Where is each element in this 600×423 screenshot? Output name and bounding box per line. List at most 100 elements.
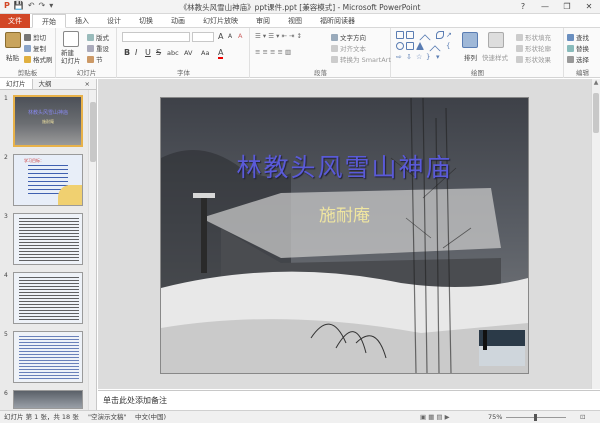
copy-button[interactable]: 复制 — [24, 43, 46, 53]
shape-arrow-down-icon[interactable]: ⇩ — [406, 53, 414, 61]
bullets-button[interactable]: ☰ ▾ ☰ ▾ ⇤ ⇥ ↕ — [255, 32, 302, 40]
tab-insert[interactable]: 插入 — [66, 14, 98, 28]
find-button[interactable]: 查找 — [567, 32, 589, 42]
shape-rect-icon[interactable] — [396, 31, 404, 39]
scroll-up-icon[interactable]: ▲ — [592, 79, 600, 86]
shape-arrow-right-icon[interactable]: ⇨ — [396, 53, 404, 61]
thumbnail-slide-2[interactable]: 学习目标： — [13, 154, 83, 206]
paste-button[interactable]: 粘贴 — [6, 52, 19, 62]
font-name-dropdown[interactable] — [122, 32, 190, 42]
format-painter-button[interactable]: 格式刷 — [24, 54, 53, 64]
slide-title[interactable]: 林教头风雪山神庙 — [161, 148, 528, 184]
shape-rect-icon[interactable] — [406, 42, 414, 50]
quick-styles-button[interactable]: 快速样式 — [482, 52, 508, 62]
thumbnail-number: 1 — [4, 95, 8, 102]
ribbon-home: 粘贴 剪切 复制 格式刷 剪贴板 新建 幻灯片 版式 重设 节 幻灯片 A A … — [0, 28, 600, 78]
clear-format-button[interactable]: A — [238, 32, 242, 40]
section-button[interactable]: 节 — [87, 54, 103, 64]
tab-review[interactable]: 审阅 — [247, 14, 279, 28]
current-slide[interactable]: 林教头风雪山神庙 施耐庵 — [161, 98, 528, 373]
underline-button[interactable]: U — [145, 48, 151, 57]
thumbnail-slide-3[interactable] — [13, 213, 83, 265]
align-text-button[interactable]: 对齐文本 — [331, 43, 366, 53]
thumbnail-scrollbar[interactable] — [88, 90, 96, 410]
shape-arrow-icon[interactable]: ↗ — [446, 31, 454, 39]
tab-transitions[interactable]: 切换 — [130, 14, 162, 28]
shape-outline-button[interactable]: 形状轮廓 — [516, 43, 551, 53]
close-panel-icon[interactable]: × — [79, 79, 96, 89]
shape-more-icon[interactable]: ▾ — [436, 53, 444, 61]
view-buttons[interactable]: ▣ ▦ ▤ ▶ — [420, 411, 450, 423]
reset-button[interactable]: 重设 — [87, 43, 109, 53]
char-spacing-button[interactable]: AV — [184, 49, 192, 57]
new-slide-icon[interactable] — [63, 31, 79, 47]
change-case-button[interactable]: Aa — [201, 49, 209, 57]
group-clipboard: 粘贴 剪切 复制 格式刷 剪贴板 — [0, 28, 56, 78]
tab-slides[interactable]: 幻灯片 — [0, 79, 33, 89]
text-direction-button[interactable]: 文字方向 — [331, 32, 366, 42]
thumbnail-subtitle: 施耐庵 — [42, 119, 54, 124]
tab-view[interactable]: 视图 — [279, 14, 311, 28]
tab-design[interactable]: 设计 — [98, 14, 130, 28]
tab-file[interactable]: 文件 — [0, 13, 30, 28]
shadow-button[interactable]: abc — [167, 49, 179, 57]
zoom-level[interactable]: 75% — [488, 411, 502, 423]
help-button[interactable]: ? — [512, 0, 534, 14]
scrollbar-thumb[interactable] — [593, 93, 599, 133]
language-indicator[interactable]: 中文(中国) — [135, 411, 166, 423]
thumbnail-slide-4[interactable] — [13, 272, 83, 324]
quick-styles-icon[interactable] — [488, 32, 504, 48]
shape-brace-icon[interactable]: } — [426, 53, 434, 61]
close-button[interactable]: ✕ — [578, 0, 600, 14]
select-button[interactable]: 选择 — [567, 54, 589, 64]
layout-button[interactable]: 版式 — [87, 32, 109, 42]
tab-foxit-reader[interactable]: 福昕阅读器 — [311, 14, 364, 28]
strikethrough-button[interactable]: S — [156, 48, 161, 57]
tab-slideshow[interactable]: 幻灯片放映 — [194, 14, 247, 28]
thumbnail-slide-1[interactable]: 林教头风雪山神庙 施耐庵 — [13, 95, 83, 147]
thumbnail-number: 5 — [4, 331, 8, 338]
shape-effects-button[interactable]: 形状效果 — [516, 54, 551, 64]
paste-icon[interactable] — [5, 32, 21, 48]
zoom-slider-handle[interactable] — [534, 414, 537, 421]
minimize-button[interactable]: — — [534, 0, 556, 14]
shape-curve-icon[interactable] — [436, 31, 444, 39]
shape-triangle-icon[interactable] — [416, 42, 424, 50]
tab-animations[interactable]: 动画 — [162, 14, 194, 28]
new-slide-button[interactable]: 新建 幻灯片 — [61, 49, 81, 65]
shape-gallery[interactable]: ↗ { ⇨ ⇩ ☆} ▾ — [396, 29, 456, 63]
notes-pane[interactable]: 单击此处添加备注 — [98, 390, 600, 410]
replace-button[interactable]: 替换 — [567, 43, 589, 53]
font-size-dropdown[interactable] — [192, 32, 214, 42]
fit-window-icon[interactable]: ⊡ — [580, 411, 585, 423]
thumbnail-decor — [58, 185, 82, 205]
thumbnail-slide-6[interactable] — [13, 390, 83, 409]
thumbnail-title: 林教头风雪山神庙 — [27, 110, 68, 116]
thumbnail-slide-5[interactable] — [13, 331, 83, 383]
tab-home[interactable]: 开始 — [32, 13, 66, 28]
theme-name[interactable]: "空演示文稿" — [88, 411, 126, 423]
slide-subtitle-author[interactable]: 施耐庵 — [161, 201, 528, 226]
shape-rect-icon[interactable] — [406, 31, 414, 39]
shape-line-icon[interactable] — [424, 29, 436, 41]
tab-outline[interactable]: 大纲 — [33, 79, 58, 89]
bold-button[interactable]: B — [124, 48, 130, 57]
scrollbar-thumb[interactable] — [90, 102, 96, 162]
convert-smartart-button[interactable]: 转换为 SmartArt — [331, 54, 391, 64]
status-bar: 幻灯片 第 1 张，共 18 张 "空演示文稿" 中文(中国) ▣ ▦ ▤ ▶ … — [0, 410, 600, 423]
shape-brace-icon[interactable]: { — [446, 42, 454, 50]
restore-button[interactable]: ❐ — [556, 0, 578, 14]
shape-line-icon[interactable] — [434, 40, 446, 52]
shape-fill-button[interactable]: 形状填充 — [516, 32, 551, 42]
arrange-icon[interactable] — [462, 32, 478, 48]
font-color-button[interactable]: A — [218, 48, 224, 59]
align-buttons[interactable]: ≡ ≡ ≡ ≡ ▥ — [255, 48, 291, 56]
shape-oval-icon[interactable] — [396, 42, 404, 50]
slide-scrollbar[interactable]: ▲ — [591, 79, 600, 389]
italic-button[interactable]: I — [135, 48, 137, 57]
grow-font-button[interactable]: A — [218, 32, 223, 41]
arrange-button[interactable]: 排列 — [464, 52, 477, 62]
shape-star-icon[interactable]: ☆ — [416, 53, 424, 61]
shrink-font-button[interactable]: A — [228, 33, 232, 40]
cut-button[interactable]: 剪切 — [24, 32, 46, 42]
